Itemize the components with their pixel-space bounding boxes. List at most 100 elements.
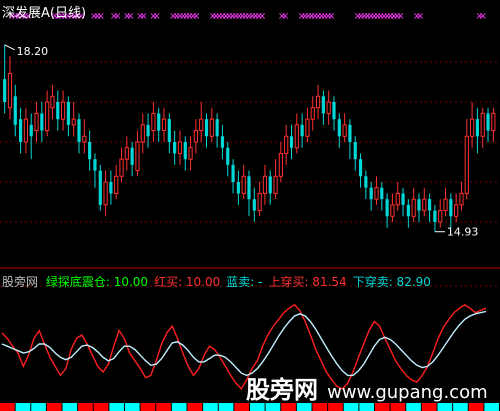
candle-body (305, 118, 310, 137)
strip-segment (46, 403, 62, 411)
candle-body (390, 204, 395, 217)
candle-body (433, 210, 437, 222)
candle-body (215, 119, 219, 137)
signal-marker: × (281, 11, 289, 22)
candle-body (157, 113, 161, 131)
candle-body (236, 182, 240, 194)
candle-body (13, 96, 17, 125)
candle-body (342, 124, 347, 137)
signal-marker: × (139, 11, 147, 22)
candle-body (289, 136, 294, 148)
candle-body (124, 147, 129, 160)
candle-body (364, 176, 368, 188)
candle-body (146, 124, 150, 137)
candle-body (98, 170, 102, 205)
candle-body (247, 176, 251, 200)
candle-body (353, 142, 357, 160)
candle-body (88, 142, 92, 160)
candle-body (294, 124, 299, 149)
candle-body (268, 176, 272, 194)
candle-body (241, 175, 246, 194)
candle-body (428, 199, 432, 211)
strip-segment (140, 403, 156, 411)
candle-body (374, 187, 379, 200)
signal-marker: × (479, 11, 487, 22)
candle-body (135, 141, 140, 172)
candle-body (40, 113, 44, 131)
candle-body (188, 147, 193, 160)
watermark-brand: 股旁网 (246, 376, 318, 404)
candle-body (257, 192, 262, 212)
strip-segment (0, 403, 15, 411)
signal-marker: × (192, 11, 200, 22)
candle-body (470, 118, 475, 137)
indicator-legend: 股旁网 绿探底震仓: 10.00 红买: 10.00 蓝卖: - 上穿买: 81.54… (2, 273, 437, 290)
high-label-arrow (4, 44, 15, 51)
strip-segment (62, 403, 78, 411)
candle-body (151, 112, 156, 132)
candle-body (443, 198, 448, 212)
candle-body (459, 192, 464, 206)
candle-body (18, 119, 23, 142)
candle-body (262, 175, 268, 194)
chart-stage: × × × × × × × × × × × × × × × × × × × × × × × × × × × × × × × × × × × × × × × ×… (0, 0, 500, 411)
candle-body (45, 101, 50, 132)
candle-body (71, 118, 76, 126)
candle-body (380, 187, 384, 200)
candle-body (273, 175, 278, 194)
candle-body (114, 175, 119, 194)
candle-body (326, 101, 331, 114)
legend-item: 红买: 10.00 (154, 275, 221, 289)
candle-body (480, 112, 485, 137)
candle-body (93, 159, 97, 171)
candle-body (401, 193, 405, 205)
candle-body (337, 119, 341, 137)
candle-body (204, 119, 209, 137)
candle-body (348, 124, 352, 142)
strip-segment (93, 403, 109, 411)
signal-marker: × (153, 11, 161, 22)
watermark-url: www.gupang.com (327, 382, 488, 403)
candle-body (173, 142, 177, 154)
candle-body (332, 102, 336, 120)
candle-body (209, 118, 214, 137)
strip-segment (156, 403, 171, 411)
candle-body (167, 119, 171, 142)
candle-body (220, 136, 225, 148)
candle-body (109, 182, 113, 194)
candle-body (199, 118, 204, 132)
low-price-label: 14.93 (447, 226, 479, 239)
candle-body (7, 72, 13, 109)
candle-body (369, 187, 373, 200)
candle-body (438, 210, 443, 223)
strip-segment (125, 403, 140, 411)
candle-body (82, 135, 87, 143)
candle-body (66, 102, 70, 125)
candle-body (252, 199, 256, 211)
legend-item: 蓝卖: - (226, 275, 263, 289)
strip-segment (203, 403, 218, 411)
strip-segment (187, 403, 203, 411)
candle-body (315, 95, 321, 109)
candles (3, 44, 496, 232)
candle-body (310, 107, 315, 120)
candle-body (321, 96, 325, 114)
candle-body (226, 147, 230, 165)
candle-body (34, 112, 39, 132)
signal-marker: × (258, 11, 266, 22)
strip-segment (78, 403, 93, 411)
signal-marker: × (126, 11, 134, 22)
strip-segment (31, 403, 46, 411)
chart-title: 深发展A(日线) (2, 6, 87, 21)
strip-segment (218, 403, 234, 411)
candle-body (29, 124, 33, 137)
candle-body (406, 204, 410, 217)
signal-marker: × (416, 11, 424, 22)
candle-body (475, 119, 480, 137)
candle-body (23, 118, 28, 143)
candle-body (3, 79, 7, 102)
candle-body (140, 124, 145, 143)
candle-body (385, 199, 389, 217)
candle-body (300, 124, 304, 137)
legend-item: 上穿买: 81.54 (268, 275, 347, 289)
